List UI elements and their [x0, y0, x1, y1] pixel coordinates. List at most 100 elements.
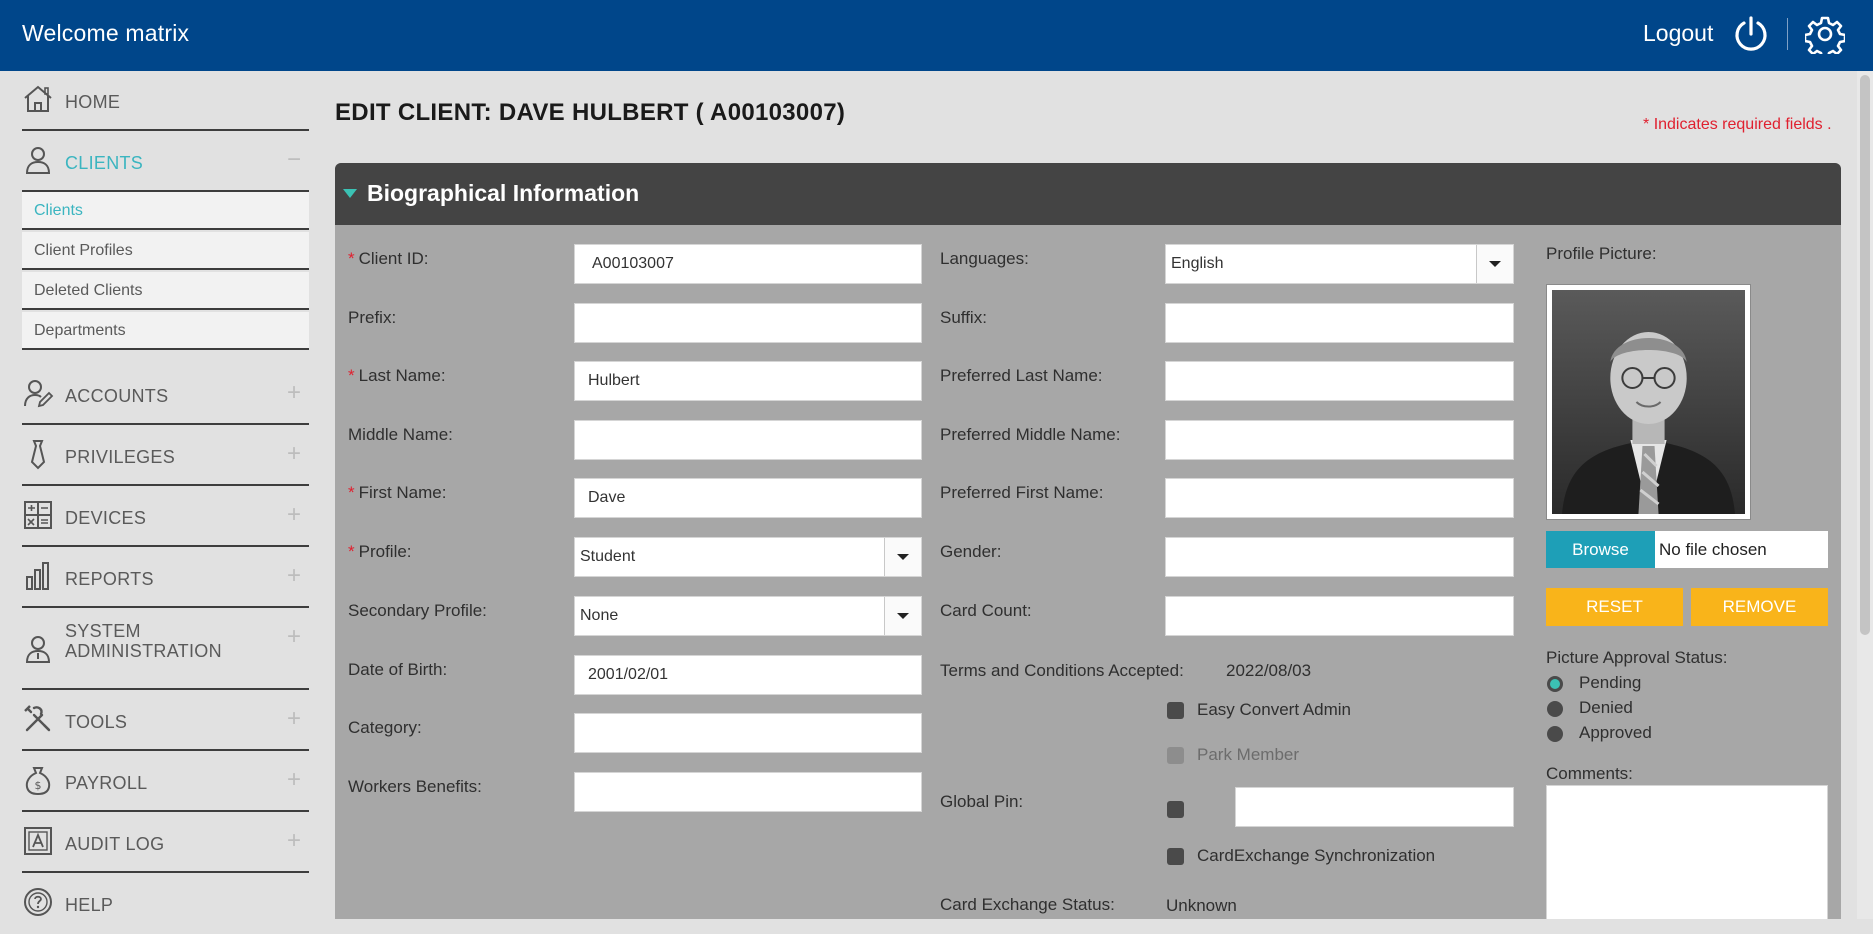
chevron-down-icon[interactable]: [1476, 245, 1513, 283]
profile-select-value: Student: [580, 548, 636, 565]
prefix-field[interactable]: [574, 303, 922, 343]
nav-privileges-label: PRIVILEGES: [65, 447, 176, 467]
approval-denied-label: Denied: [1579, 698, 1633, 717]
nav-accounts[interactable]: ACCOUNTS +: [22, 365, 309, 425]
cardexchange-sync-checkbox[interactable]: [1167, 848, 1184, 865]
submenu-client-profiles[interactable]: Client Profiles: [22, 232, 309, 270]
collapse-icon[interactable]: −: [287, 146, 301, 174]
approval-approved-label: Approved: [1579, 723, 1652, 742]
nav-privileges[interactable]: PRIVILEGES +: [22, 426, 309, 486]
nav-tools-label: TOOLS: [65, 712, 128, 732]
expand-icon[interactable]: +: [287, 562, 301, 590]
secondary-profile-select[interactable]: None: [574, 596, 922, 636]
gender-field[interactable]: [1165, 537, 1514, 577]
nav-help[interactable]: HELP: [22, 874, 309, 934]
home-icon: [24, 85, 52, 112]
languages-select-value: English: [1171, 255, 1224, 272]
comments-textarea[interactable]: [1546, 785, 1828, 919]
profile-label: * Profile:: [348, 542, 412, 561]
reset-picture-button[interactable]: RESET: [1546, 588, 1683, 626]
nav-audit-log[interactable]: AUDIT LOG +: [22, 813, 309, 873]
workers-benefits-field[interactable]: [574, 772, 922, 812]
tie-icon: [30, 440, 46, 470]
expand-icon[interactable]: +: [287, 705, 301, 733]
approval-approved-radio[interactable]: [1547, 726, 1563, 742]
dob-field[interactable]: 2001/02/01: [574, 655, 922, 695]
audit-log-icon: [24, 827, 52, 855]
secondary-profile-select-value: None: [580, 607, 619, 624]
header-divider: [1787, 18, 1788, 50]
preferred-last-name-field[interactable]: [1165, 361, 1514, 401]
nav-system-administration[interactable]: SYSTEM ADMINISTRATION +: [22, 609, 309, 690]
comments-label: Comments:: [1546, 764, 1633, 783]
expand-icon[interactable]: +: [287, 623, 301, 651]
client-id-field[interactable]: A00103007: [574, 244, 922, 284]
submenu-clients[interactable]: Clients: [22, 192, 309, 230]
expand-icon[interactable]: +: [287, 440, 301, 468]
middle-name-field[interactable]: [574, 420, 922, 460]
vertical-scrollbar[interactable]: [1857, 71, 1873, 919]
expand-icon[interactable]: +: [287, 379, 301, 407]
submenu-departments[interactable]: Departments: [22, 312, 309, 350]
nav-payroll[interactable]: $ PAYROLL +: [22, 752, 309, 812]
expand-icon[interactable]: +: [287, 827, 301, 855]
easy-convert-admin-label: Easy Convert Admin: [1197, 700, 1352, 719]
middle-name-label: Middle Name:: [348, 425, 453, 444]
preferred-middle-name-field[interactable]: [1165, 420, 1514, 460]
suffix-field[interactable]: [1165, 303, 1514, 343]
workers-benefits-label: Workers Benefits:: [348, 777, 482, 796]
category-field[interactable]: [574, 713, 922, 753]
nav-clients[interactable]: CLIENTS −: [22, 132, 309, 192]
nav-home[interactable]: HOME: [22, 71, 309, 131]
card-count-field[interactable]: [1165, 596, 1514, 636]
global-pin-field[interactable]: [1235, 787, 1514, 827]
chevron-down-icon[interactable]: [884, 597, 921, 635]
section-header[interactable]: Biographical Information: [335, 163, 1841, 225]
nav-help-label: HELP: [65, 895, 114, 915]
easy-convert-admin-checkbox[interactable]: [1167, 702, 1184, 719]
bar-chart-icon: [26, 562, 49, 590]
terms-accepted-date: 2022/08/03: [1226, 661, 1312, 680]
browse-button[interactable]: Browse: [1546, 531, 1655, 568]
nav-reports[interactable]: REPORTS +: [22, 548, 309, 608]
expand-icon[interactable]: +: [287, 501, 301, 529]
required-fields-note: * Indicates required fields .: [1643, 116, 1832, 133]
nav-devices[interactable]: DEVICES +: [22, 487, 309, 547]
nav-accounts-label: ACCOUNTS: [65, 386, 169, 406]
last-name-field[interactable]: Hulbert: [574, 361, 922, 401]
collapse-triangle-icon[interactable]: [343, 189, 357, 198]
remove-picture-button[interactable]: REMOVE: [1691, 588, 1828, 626]
profile-picture-label: Profile Picture:: [1546, 244, 1657, 263]
submenu-deleted-clients[interactable]: Deleted Clients: [22, 272, 309, 310]
nav-tools[interactable]: TOOLS +: [22, 691, 309, 751]
nav-reports-label: REPORTS: [65, 569, 154, 589]
preferred-first-name-label: Preferred First Name:: [940, 483, 1104, 502]
global-pin-checkbox[interactable]: [1167, 801, 1184, 818]
first-name-field[interactable]: Dave: [574, 478, 922, 518]
chevron-down-icon[interactable]: [884, 538, 921, 576]
preferred-last-name-label: Preferred Last Name:: [940, 366, 1103, 385]
nav-devices-label: DEVICES: [65, 508, 147, 528]
approval-denied-radio[interactable]: [1547, 701, 1563, 717]
scrollbar-thumb[interactable]: [1860, 75, 1870, 635]
logout-link[interactable]: Logout: [1643, 20, 1713, 47]
power-icon[interactable]: [1731, 14, 1771, 54]
admin-user-icon: [25, 636, 51, 663]
profile-select[interactable]: Student: [574, 537, 922, 577]
category-label: Category:: [348, 718, 422, 737]
profile-picture-frame: [1546, 284, 1751, 520]
terms-accepted-label: Terms and Conditions Accepted:: [940, 661, 1184, 680]
help-icon: [24, 888, 52, 916]
gear-icon[interactable]: [1805, 14, 1845, 54]
global-pin-label: Global Pin:: [940, 792, 1024, 811]
money-bag-icon: $: [25, 767, 51, 796]
top-bar: Welcome matrix Logout: [0, 0, 1873, 71]
expand-icon[interactable]: +: [287, 766, 301, 794]
preferred-first-name-field[interactable]: [1165, 478, 1514, 518]
user-edit-icon: [24, 380, 54, 408]
approval-pending-radio[interactable]: [1547, 676, 1563, 692]
languages-select[interactable]: English: [1165, 244, 1514, 284]
picture-approval-label: Picture Approval Status:: [1546, 648, 1728, 667]
profile-photo: [1552, 290, 1745, 514]
first-name-label: * First Name:: [348, 483, 447, 502]
